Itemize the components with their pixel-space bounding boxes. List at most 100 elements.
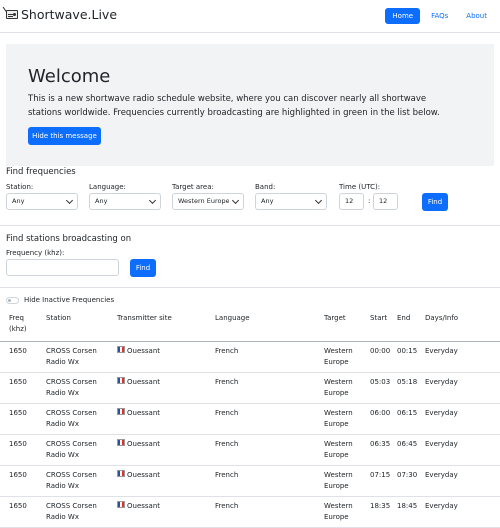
- france-flag-icon: [117, 439, 125, 446]
- cell-days: Everyday: [425, 409, 458, 417]
- cell-target: Western Europe: [324, 347, 353, 366]
- table-row: 1650 CROSS Corsen Radio Wx Ouessant French W…: [0, 466, 500, 497]
- cell-language: French: [215, 502, 239, 510]
- cell-days: Everyday: [425, 440, 458, 448]
- cell-start: 05:03: [370, 378, 391, 386]
- cell-site: Ouessant: [117, 346, 207, 357]
- cell-end: 06:15: [397, 409, 418, 417]
- band-select[interactable]: Any: [255, 193, 327, 210]
- time-hour-input[interactable]: 12: [339, 193, 364, 210]
- cell-start: 00:00: [370, 347, 391, 355]
- cell-freq: 1650: [9, 502, 27, 510]
- brand-name: Shortwave.Live: [21, 7, 118, 22]
- cell-site: Ouessant: [117, 439, 207, 450]
- nav-home[interactable]: Home: [385, 8, 421, 24]
- welcome-text: This is a new shortwave radio schedule w…: [28, 94, 440, 118]
- cell-station: CROSS Corsen Radio Wx: [46, 378, 97, 397]
- france-flag-icon: [117, 501, 125, 508]
- station-select[interactable]: Any: [6, 193, 78, 210]
- cell-freq: 1650: [9, 409, 27, 417]
- find-frequencies-title: Find frequencies: [6, 167, 76, 177]
- header-days: Days/Info: [425, 314, 459, 322]
- station-label: Station:: [6, 183, 34, 191]
- cell-target: Western Europe: [324, 378, 353, 397]
- find-frequency-button[interactable]: Find: [130, 259, 156, 277]
- france-flag-icon: [117, 377, 125, 384]
- table-row: 1650 CROSS Corsen Radio Wx Ouessant French W…: [0, 342, 500, 373]
- table-row: 1650 CROSS Corsen Radio Wx Ouessant French W…: [0, 373, 500, 404]
- find-stations-title: Find stations broadcasting on: [6, 234, 132, 244]
- divider: [0, 225, 500, 226]
- table-row: 1650 CROSS Corsen Radio Wx Ouessant French W…: [0, 497, 500, 528]
- band-label: Band:: [255, 183, 276, 191]
- cell-target: Western Europe: [324, 471, 353, 490]
- cell-start: 07:15: [370, 471, 391, 479]
- language-select[interactable]: Any: [89, 193, 161, 210]
- header-site: Transmitter site: [117, 314, 172, 322]
- cell-freq: 1650: [9, 378, 27, 386]
- time-separator: :: [368, 197, 371, 205]
- chevron-down-icon: [314, 196, 323, 205]
- cell-start: 18:35: [370, 502, 391, 510]
- welcome-banner: Welcome This is a new shortwave radio sc…: [6, 44, 494, 166]
- cell-station: CROSS Corsen Radio Wx: [46, 440, 97, 459]
- header-station: Station: [46, 314, 71, 322]
- frequency-label: Frequency (khz):: [6, 249, 65, 257]
- cell-language: French: [215, 471, 239, 479]
- cell-freq: 1650: [9, 471, 27, 479]
- cell-target: Western Europe: [324, 440, 353, 459]
- brand-link[interactable]: Shortwave.Live: [2, 6, 118, 22]
- navbar: Shortwave.Live Home FAQs About: [0, 0, 500, 33]
- france-flag-icon: [117, 470, 125, 477]
- chevron-down-icon: [231, 196, 240, 205]
- cell-end: 18:45: [397, 502, 418, 510]
- cell-site: Ouessant: [117, 408, 207, 419]
- frequency-input[interactable]: [6, 259, 119, 276]
- cell-days: Everyday: [425, 378, 458, 386]
- nav-faqs[interactable]: FAQs: [424, 8, 455, 24]
- time-minute-input[interactable]: 12: [373, 193, 398, 210]
- time-label: Time (UTC):: [339, 183, 381, 191]
- header-language: Language: [215, 314, 250, 322]
- cell-language: French: [215, 378, 239, 386]
- cell-site: Ouessant: [117, 470, 207, 481]
- chevron-down-icon: [148, 196, 157, 205]
- divider: [0, 287, 500, 288]
- cell-days: Everyday: [425, 471, 458, 479]
- cell-end: 00:15: [397, 347, 418, 355]
- nav-links: Home FAQs About: [385, 8, 494, 24]
- welcome-title: Welcome: [28, 66, 111, 87]
- nav-about[interactable]: About: [459, 8, 494, 24]
- cell-target: Western Europe: [324, 502, 353, 521]
- cell-language: French: [215, 347, 239, 355]
- cell-station: CROSS Corsen Radio Wx: [46, 502, 97, 521]
- cell-freq: 1650: [9, 347, 27, 355]
- table-row: 1650 CROSS Corsen Radio Wx Ouessant French W…: [0, 404, 500, 435]
- cell-end: 06:45: [397, 440, 418, 448]
- hide-inactive-label: Hide Inactive Frequencies: [24, 296, 115, 304]
- table-row: 1650 CROSS Corsen Radio Wx Ouessant French W…: [0, 435, 500, 466]
- target-area-select[interactable]: Western Europe: [172, 193, 244, 210]
- header-freq: Freq (khz): [9, 314, 27, 333]
- cell-days: Everyday: [425, 347, 458, 355]
- header-start: Start: [370, 314, 388, 322]
- cell-language: French: [215, 440, 239, 448]
- cell-station: CROSS Corsen Radio Wx: [46, 347, 97, 366]
- cell-site: Ouessant: [117, 377, 207, 388]
- france-flag-icon: [117, 346, 125, 353]
- table-header: Freq (khz) Station Transmitter site Lang…: [0, 311, 500, 342]
- frequency-table: Freq (khz) Station Transmitter site Lang…: [0, 311, 500, 528]
- find-button[interactable]: Find: [422, 193, 448, 211]
- hide-inactive-toggle[interactable]: [6, 297, 19, 304]
- language-label: Language:: [89, 183, 126, 191]
- cell-end: 07:30: [397, 471, 418, 479]
- header-end: End: [397, 314, 411, 322]
- header-target: Target: [324, 314, 346, 322]
- cell-start: 06:35: [370, 440, 391, 448]
- cell-days: Everyday: [425, 502, 458, 510]
- radio-icon: [2, 6, 18, 19]
- target-area-label: Target area:: [172, 183, 214, 191]
- cell-site: Ouessant: [117, 501, 207, 512]
- hide-message-button[interactable]: Hide this message: [28, 127, 101, 145]
- cell-freq: 1650: [9, 440, 27, 448]
